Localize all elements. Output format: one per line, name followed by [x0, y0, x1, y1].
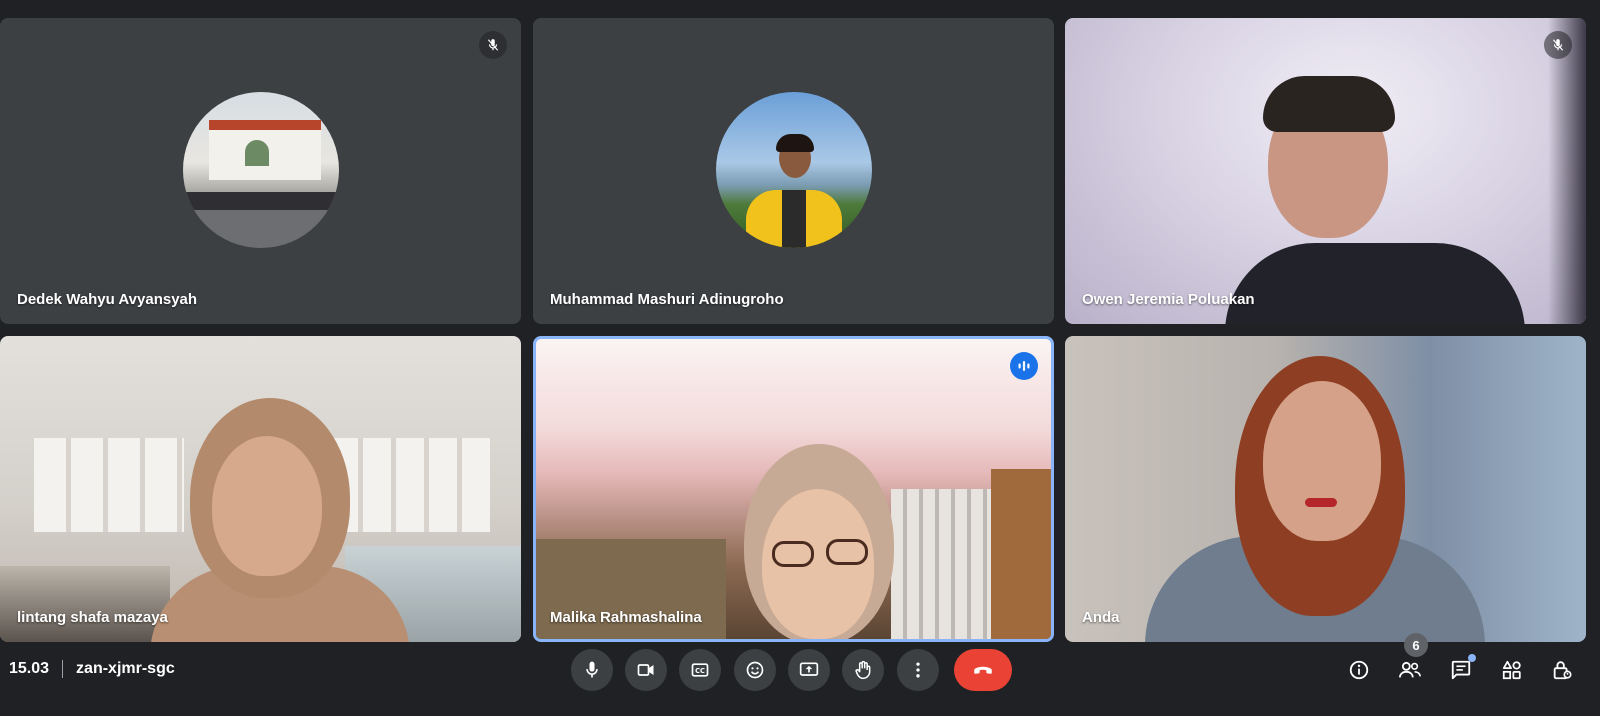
activities-icon — [1501, 659, 1523, 681]
meeting-info: 15.03 zan-xjmr-sgc — [9, 660, 175, 678]
people-icon — [1398, 659, 1422, 681]
present-screen-icon — [799, 660, 819, 680]
participant-video — [0, 336, 521, 642]
participant-name: Malika Rahmashalina — [550, 609, 702, 626]
participant-name: Muhammad Mashuri Adinugroho — [550, 291, 784, 308]
control-bar: 15.03 zan-xjmr-sgc CC 6 — [0, 633, 1600, 716]
participant-video — [536, 339, 1051, 639]
leave-call-button[interactable] — [954, 649, 1012, 691]
participant-tile[interactable]: Owen Jeremia Poluakan — [1065, 18, 1586, 324]
notification-dot — [1468, 654, 1476, 662]
participant-name: Owen Jeremia Poluakan — [1082, 291, 1255, 308]
end-call-icon — [970, 657, 996, 683]
divider — [62, 660, 64, 678]
camera-button[interactable] — [625, 649, 667, 691]
participant-tile[interactable]: lintang shafa mazaya — [0, 336, 521, 642]
chat-button[interactable] — [1440, 649, 1482, 691]
info-icon — [1348, 659, 1370, 681]
raise-hand-icon — [853, 660, 873, 680]
participant-video — [1065, 336, 1586, 642]
closed-captions-icon: CC — [690, 660, 710, 680]
video-camera-icon — [636, 660, 656, 680]
captions-button[interactable]: CC — [679, 649, 721, 691]
meeting-details-button[interactable] — [1338, 649, 1380, 691]
more-options-icon — [908, 660, 928, 680]
people-button[interactable] — [1389, 649, 1431, 691]
participant-name: lintang shafa mazaya — [17, 609, 168, 626]
host-controls-button[interactable] — [1541, 649, 1583, 691]
microphone-button[interactable] — [571, 649, 613, 691]
avatar — [715, 92, 872, 248]
participant-tile[interactable]: Muhammad Mashuri Adinugroho — [533, 18, 1054, 324]
reactions-button[interactable] — [734, 649, 776, 691]
microphone-icon — [582, 660, 602, 680]
participant-name: Anda — [1082, 609, 1120, 626]
meeting-code[interactable]: zan-xjmr-sgc — [76, 660, 175, 678]
svg-text:CC: CC — [695, 667, 705, 675]
activities-button[interactable] — [1491, 649, 1533, 691]
participant-tile[interactable]: Dedek Wahyu Avyansyah — [0, 18, 521, 324]
participant-video — [1065, 18, 1586, 324]
meeting-time: 15.03 — [9, 660, 50, 677]
muted-icon — [479, 31, 507, 59]
emoji-icon — [745, 660, 765, 680]
muted-icon — [1544, 31, 1572, 59]
present-button[interactable] — [788, 649, 830, 691]
avatar — [182, 92, 339, 248]
raise-hand-button[interactable] — [842, 649, 884, 691]
lock-person-icon — [1551, 659, 1573, 681]
participant-tile-self[interactable]: Anda — [1065, 336, 1586, 642]
video-grid: Dedek Wahyu Avyansyah Muhammad Mashuri A… — [0, 18, 1586, 642]
chat-icon — [1450, 659, 1472, 681]
more-options-button[interactable] — [897, 649, 939, 691]
participant-name: Dedek Wahyu Avyansyah — [17, 291, 198, 308]
speaking-indicator-icon — [1010, 352, 1038, 380]
participant-tile-active-speaker[interactable]: Malika Rahmashalina — [533, 336, 1054, 642]
